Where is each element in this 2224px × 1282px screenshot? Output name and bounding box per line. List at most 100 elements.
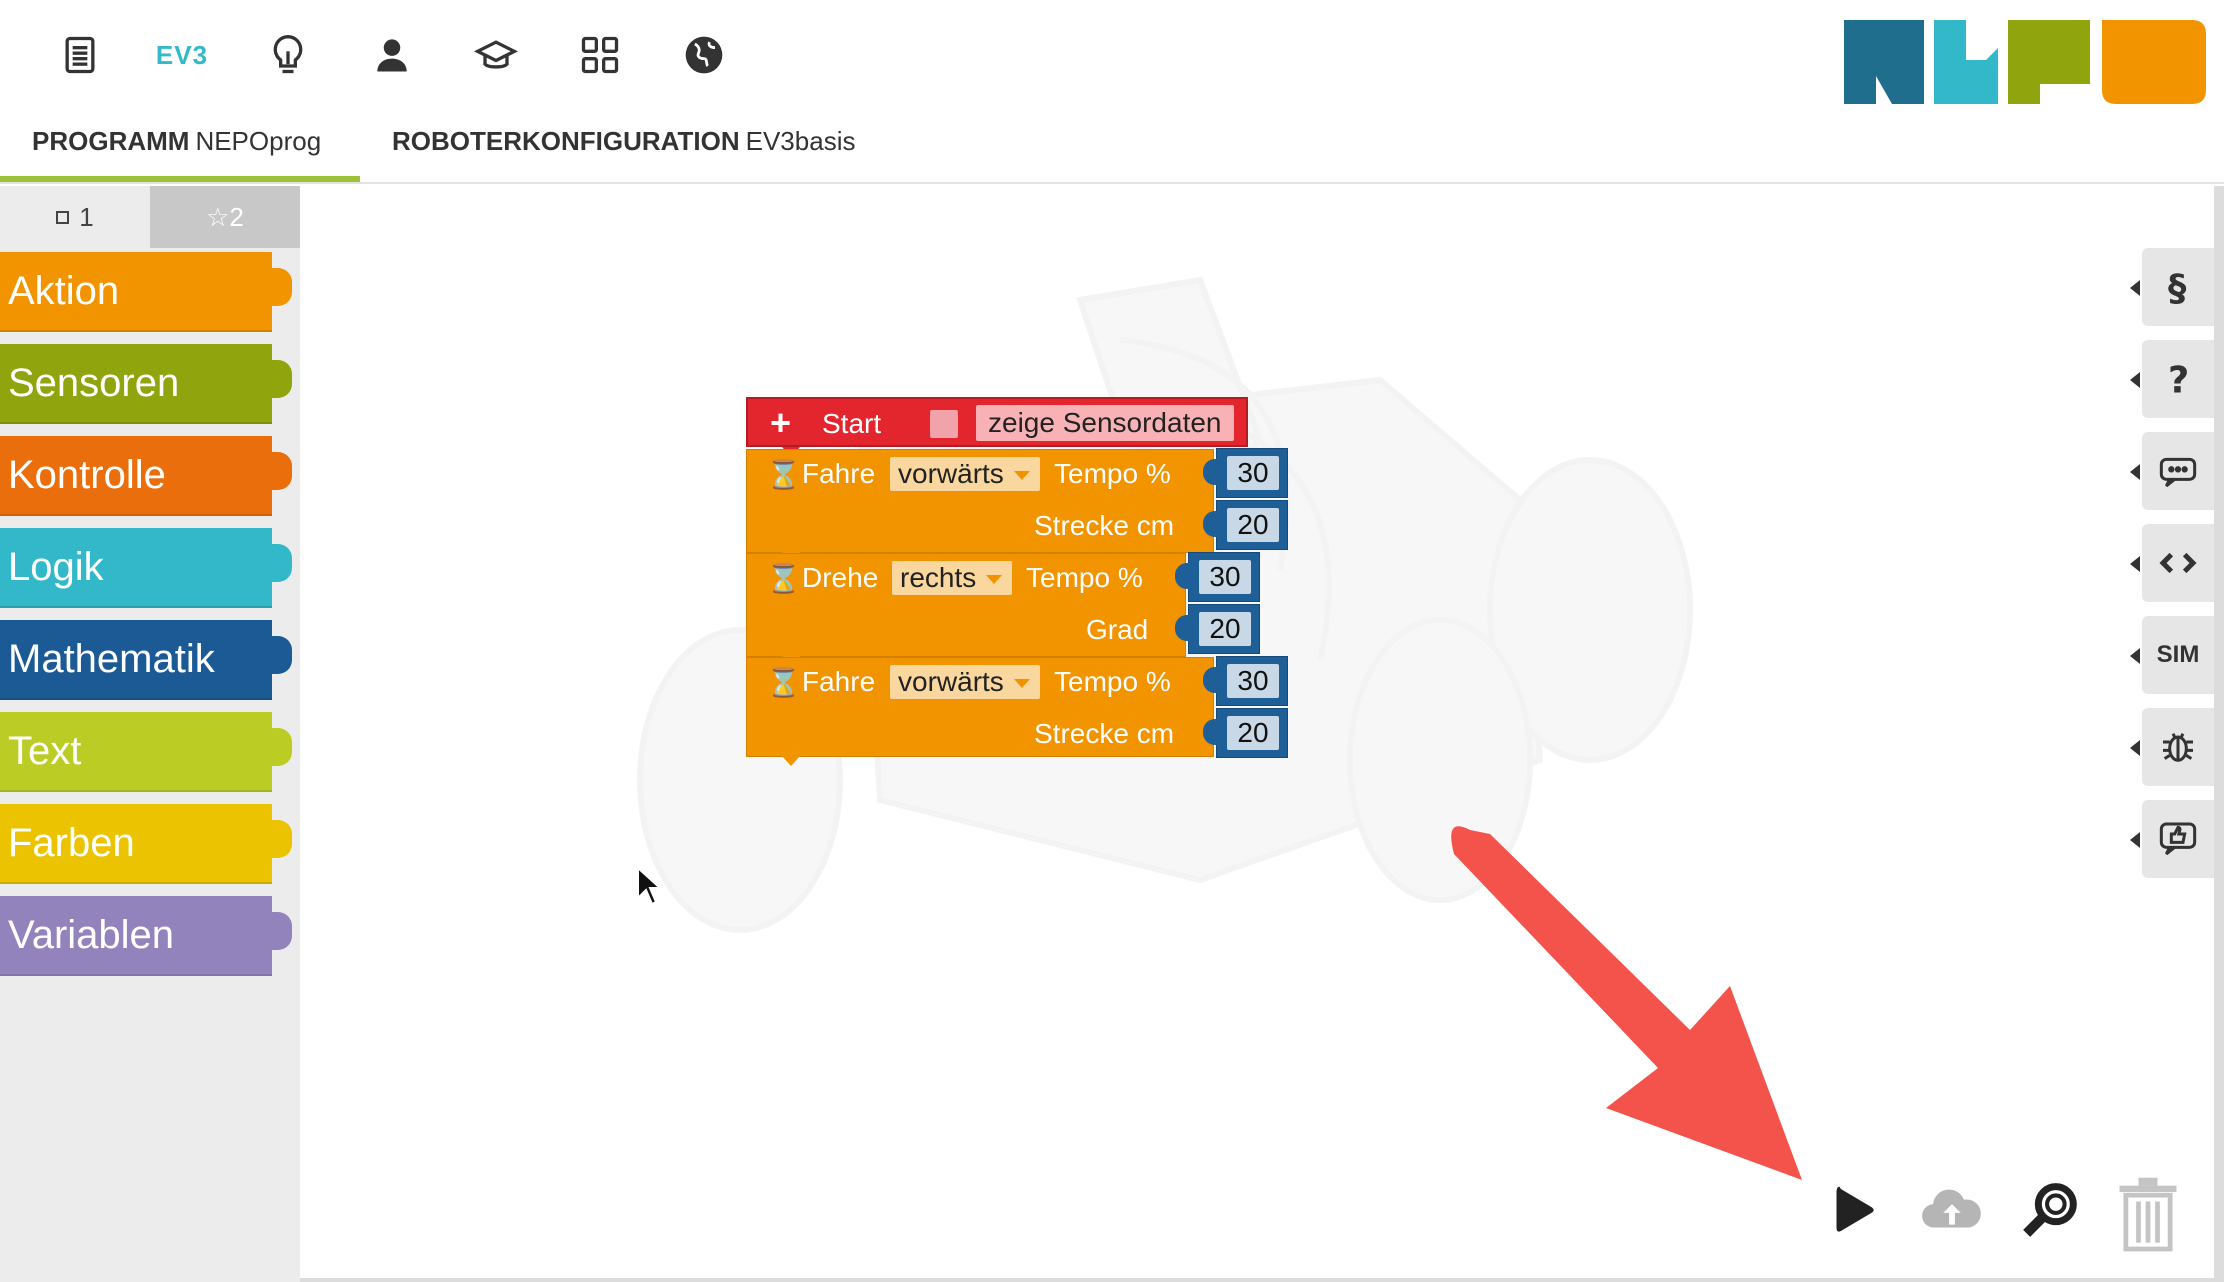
globe-icon[interactable] xyxy=(674,28,734,82)
category-label: Aktion xyxy=(8,268,120,313)
hourglass-icon: ⌛ xyxy=(766,667,801,698)
graduation-cap-icon[interactable] xyxy=(466,28,526,82)
tab-program[interactable]: PROGRAMM NEPOprog xyxy=(0,126,360,182)
thumbs-up-icon xyxy=(2159,822,2197,856)
category-label: Logik xyxy=(8,544,104,589)
gallery-grid-icon[interactable] xyxy=(570,28,630,82)
speed-value[interactable]: 30 xyxy=(1227,456,1279,490)
run-program-button[interactable] xyxy=(1814,1170,1894,1250)
distance-label: Strecke cm xyxy=(1034,718,1175,749)
feedback-button[interactable] xyxy=(2130,800,2214,878)
block-connector xyxy=(782,756,800,766)
question-mark-icon: ? xyxy=(2168,359,2189,399)
distance-value[interactable]: 20 xyxy=(1227,508,1279,542)
speed-value[interactable]: 30 xyxy=(1227,664,1279,698)
direction-dropdown[interactable]: vorwärts xyxy=(890,665,1040,699)
degree-label: Grad xyxy=(1086,614,1149,645)
tab-config-name: EV3basis xyxy=(745,126,856,156)
toolbox-level-tabs: 1 ☆2 xyxy=(0,186,300,248)
category-label: Sensoren xyxy=(8,360,180,405)
magnifier-icon xyxy=(2023,1183,2077,1237)
save-cloud-button[interactable] xyxy=(1912,1170,1992,1250)
number-block[interactable]: 20 xyxy=(1203,500,1288,550)
comment-button[interactable] xyxy=(2130,432,2214,510)
category-variablen[interactable]: Variablen xyxy=(0,896,292,976)
category-kontrolle[interactable]: Kontrolle xyxy=(0,436,292,516)
tab-program-title: PROGRAMM xyxy=(32,126,190,156)
category-label: Farben xyxy=(8,820,135,865)
sim-label: SIM xyxy=(2156,641,2200,668)
category-text[interactable]: Text xyxy=(0,712,292,792)
ev3-label: EV3 xyxy=(155,39,209,70)
toolbox-level-1-label: 1 xyxy=(79,201,94,232)
code-paragraph-button[interactable]: § xyxy=(2130,248,2214,326)
show-sensor-checkbox[interactable] xyxy=(930,410,958,438)
drive-command-label: Fahre xyxy=(802,458,876,489)
nepo-logo xyxy=(1844,20,2206,104)
source-code-button[interactable] xyxy=(2130,524,2214,602)
trash-button[interactable] xyxy=(2108,1166,2188,1256)
start-block[interactable]: + Start zeige Sensordaten xyxy=(746,397,1248,447)
number-block[interactable]: 30 xyxy=(1203,448,1288,498)
tab-robot-config[interactable]: ROBOTERKONFIGURATION EV3basis xyxy=(392,126,855,182)
category-label: Mathematik xyxy=(8,636,215,681)
number-block[interactable]: 20 xyxy=(1203,708,1288,758)
hourglass-icon: ⌛ xyxy=(766,459,801,490)
workspace-bottom-border xyxy=(300,1278,2224,1282)
cloud-upload-icon xyxy=(1922,1189,1981,1228)
play-icon xyxy=(1836,1186,1874,1232)
square-icon xyxy=(56,210,70,224)
bug-icon xyxy=(2163,732,2193,762)
drive-command-label: Fahre xyxy=(802,666,876,697)
paragraph-icon: § xyxy=(2168,267,2187,307)
lightbulb-icon[interactable] xyxy=(258,28,318,82)
ev3-robot-icon[interactable]: EV3 xyxy=(152,28,212,82)
header: EV3 PROGRAMM NEPOprog ROBOTERKONFIGURATIO… xyxy=(0,0,2224,184)
turn-command-label: Drehe xyxy=(802,562,879,593)
speed-label: Tempo % xyxy=(1026,562,1143,593)
toolbox-level-2-tab[interactable]: ☆2 xyxy=(150,186,300,248)
tab-program-name: NEPOprog xyxy=(195,126,322,156)
distance-label: Strecke cm xyxy=(1034,510,1175,541)
debug-button[interactable] xyxy=(2130,708,2214,786)
category-logik[interactable]: Logik xyxy=(0,528,292,608)
category-aktion[interactable]: Aktion xyxy=(0,252,292,332)
show-sensor-label: zeige Sensordaten xyxy=(976,405,1234,441)
turn-direction-dropdown[interactable]: rechts xyxy=(892,561,1013,595)
simulation-button[interactable]: SIM xyxy=(2130,616,2214,694)
category-farben[interactable]: Farben xyxy=(0,804,292,884)
toolbox: 1 ☆2 Aktion Sensoren Kontrolle Logik Mat… xyxy=(0,186,300,1282)
zoom-reset-button[interactable] xyxy=(2010,1170,2090,1250)
category-label: Variablen xyxy=(8,912,175,957)
trash-icon xyxy=(2119,1177,2177,1252)
hourglass-icon: ⌛ xyxy=(766,563,801,594)
speed-label: Tempo % xyxy=(1054,458,1171,489)
direction-dropdown[interactable]: vorwärts xyxy=(890,457,1040,491)
number-block[interactable]: 30 xyxy=(1175,552,1260,602)
speed-value[interactable]: 30 xyxy=(1199,560,1251,594)
speech-bubble-icon xyxy=(2159,457,2197,488)
degree-value[interactable]: 20 xyxy=(1199,612,1251,646)
number-block[interactable]: 20 xyxy=(1175,604,1260,654)
code-brackets-icon xyxy=(2159,552,2197,574)
plus-icon[interactable]: + xyxy=(770,402,791,444)
category-mathematik[interactable]: Mathematik xyxy=(0,620,292,700)
mouse-cursor-icon xyxy=(637,866,662,906)
start-label: Start xyxy=(822,408,882,439)
toolbox-level-2-label: ☆2 xyxy=(206,201,244,232)
workspace-scrollbar[interactable] xyxy=(2214,186,2224,1280)
toolbox-level-1-tab[interactable]: 1 xyxy=(0,186,150,248)
category-label: Kontrolle xyxy=(8,452,166,497)
tab-config-title: ROBOTERKONFIGURATION xyxy=(392,126,740,156)
help-button[interactable]: ? xyxy=(2130,340,2214,418)
category-sensoren[interactable]: Sensoren xyxy=(0,344,292,424)
number-block[interactable]: 30 xyxy=(1203,656,1288,706)
category-label: Text xyxy=(8,728,82,773)
svg-text:§: § xyxy=(2168,267,2187,307)
user-icon[interactable] xyxy=(362,28,422,82)
red-annotation-arrow-icon xyxy=(1451,826,1802,1180)
speed-label: Tempo % xyxy=(1054,666,1171,697)
document-icon[interactable] xyxy=(50,28,110,82)
app-root: EV3 PROGRAMM NEPOprog ROBOTERKONFIGURATIO… xyxy=(0,0,2224,1282)
distance-value[interactable]: 20 xyxy=(1227,716,1279,750)
